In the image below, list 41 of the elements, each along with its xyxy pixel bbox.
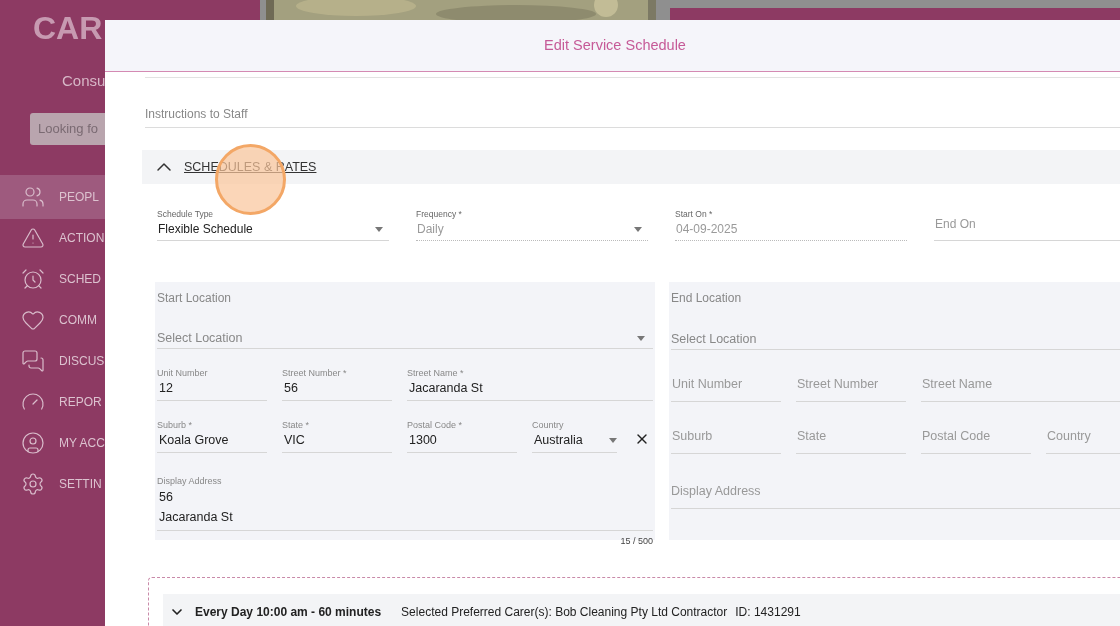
user-icon: [21, 430, 45, 455]
location-select[interactable]: Select Location: [671, 329, 1120, 350]
carer-id: ID: 1431291: [735, 604, 801, 621]
character-counter: 15 / 500: [620, 534, 653, 548]
text-field[interactable]: Unit Number: [671, 362, 781, 402]
panel-title: Start Location: [157, 290, 232, 307]
panel-title: End Location: [671, 290, 742, 307]
schedule-item-row[interactable]: Every Day 10:00 am - 60 minutes Selected Preferred Carer(s): Bob Cleaning Pty Ltd Contractor ID: 1431291: [163, 594, 1120, 626]
text-field[interactable]: State: [796, 414, 906, 454]
text-field[interactable]: Street Number * 56: [282, 360, 392, 401]
dropdown-caret-icon: [637, 335, 645, 341]
country-select[interactable]: Country: [1046, 414, 1120, 454]
date-field[interactable]: End On: [934, 208, 1120, 241]
display-address-field[interactable]: Display Address 56 Jacaranda St: [157, 474, 653, 531]
location-select[interactable]: Select Location: [157, 329, 653, 349]
settings-icon: [21, 471, 45, 496]
chat-icon: [21, 348, 45, 373]
text-field[interactable]: Unit Number 12: [157, 360, 267, 401]
subtitle: Consu: [62, 71, 106, 91]
dropdown-caret-icon: [375, 226, 383, 232]
people-icon: [21, 184, 45, 209]
text-field[interactable]: Street Name: [921, 362, 1120, 402]
warning-icon: [21, 225, 45, 250]
sidebar-item[interactable]: PEOPL: [0, 174, 105, 219]
dropdown-caret-icon: [609, 437, 617, 443]
text-field[interactable]: Suburb: [671, 414, 781, 454]
text-field[interactable]: Street Name * Jacaranda St: [407, 360, 653, 401]
text-field[interactable]: Postal Code: [921, 414, 1031, 454]
text-field[interactable]: State * VIC: [282, 412, 392, 453]
search-field[interactable]: Looking fo: [30, 112, 105, 145]
preferred-carers: Selected Preferred Carer(s): Bob Cleaning Pty Ltd Contractor: [401, 604, 728, 621]
text-field[interactable]: Street Number: [796, 362, 906, 402]
instructions-field[interactable]: Instructions to Staff: [145, 105, 1120, 128]
schedule-summary: Every Day 10:00 am - 60 minutes: [195, 604, 382, 621]
text-field[interactable]: Postal Code * 1300: [407, 412, 517, 453]
text-field[interactable]: Suburb * Koala Grove: [157, 412, 267, 453]
country-select[interactable]: Country Australia: [532, 412, 617, 453]
logo: CAR: [33, 10, 103, 46]
dialog-title: Edit Service Schedule: [544, 35, 686, 55]
dropdown-caret-icon: [634, 226, 642, 232]
display-address-field[interactable]: Display Address: [671, 482, 1120, 509]
